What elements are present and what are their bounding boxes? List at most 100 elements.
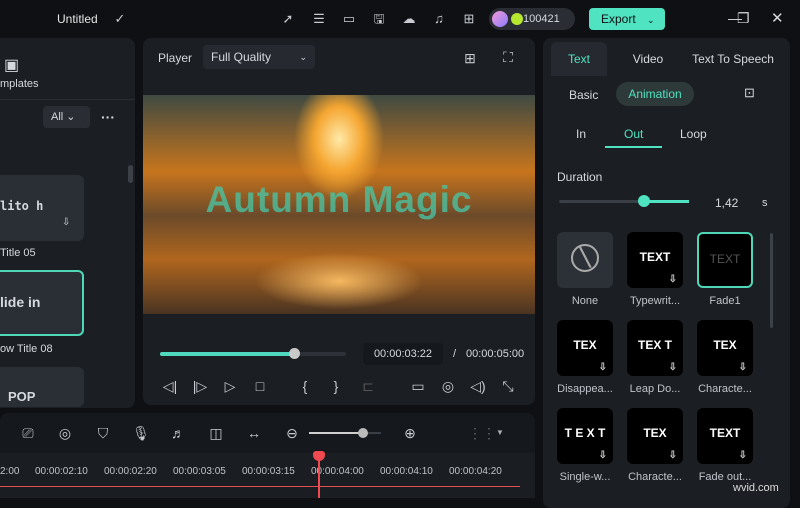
play-icon[interactable]: ▷ xyxy=(220,378,240,395)
timeline-toolbar xyxy=(0,413,535,453)
playback-scrubber[interactable] xyxy=(160,348,346,359)
cloud-upload-icon[interactable]: ☁ xyxy=(400,10,418,28)
download-icon[interactable]: ⇩ xyxy=(739,450,747,462)
preset-thumbnail[interactable]: TEX T ⇩ xyxy=(627,320,683,376)
templates-tab[interactable]: mplates xyxy=(0,78,39,90)
waveform-icon[interactable]: ⛶ xyxy=(498,49,518,66)
avatar xyxy=(492,11,508,27)
next-frame-icon[interactable]: |▷ xyxy=(190,378,210,395)
preset-thumbnail[interactable]: TEXT xyxy=(697,232,753,288)
duration-value[interactable]: 1,42 xyxy=(715,196,738,210)
template-card-selected[interactable]: lide in xyxy=(0,270,84,336)
ruler-tick-label: 2:00 xyxy=(0,466,20,477)
headset-icon[interactable]: ♫ xyxy=(430,10,448,28)
current-time[interactable]: 00:00:03:22 xyxy=(363,343,443,365)
more-icon[interactable]: ··· xyxy=(101,109,115,125)
download-icon[interactable]: ⇩ xyxy=(599,362,607,374)
zoom-in-icon[interactable]: ⊕ xyxy=(400,425,420,442)
preset-preview-text: TEX xyxy=(573,338,597,352)
chevron-down-icon: ⌄ xyxy=(299,52,307,62)
dropdown-arrow-icon[interactable]: ▼ xyxy=(496,428,504,437)
timeline-zoom-slider[interactable] xyxy=(309,428,381,438)
volume-icon[interactable]: ◁) xyxy=(468,378,488,395)
grid-view-icon[interactable]: ⊞ xyxy=(460,50,480,67)
preset-thumbnail[interactable]: T E X T ⇩ xyxy=(557,408,613,464)
download-icon[interactable]: ⇩ xyxy=(669,274,677,286)
download-icon[interactable]: ⇩ xyxy=(669,450,677,462)
fullscreen-icon[interactable]: ⤡ xyxy=(498,378,518,395)
audio-list-icon[interactable]: ♬ xyxy=(168,425,188,441)
prev-frame-icon[interactable]: ◁| xyxy=(160,378,180,395)
preset-thumbnail[interactable]: TEXT ⇩ xyxy=(627,232,683,288)
microphone-icon[interactable]: 🎙 xyxy=(131,425,151,442)
preset-label: Characte... xyxy=(628,471,682,483)
download-icon[interactable]: ⇩ xyxy=(62,217,70,228)
download-icon[interactable]: ⇩ xyxy=(669,362,677,374)
zoom-out-icon[interactable]: ⊖ xyxy=(282,425,302,442)
save-preset-icon[interactable]: ⊡ xyxy=(744,85,755,101)
close-icon[interactable]: ✕ xyxy=(771,9,784,27)
anim-tab-loop[interactable]: Loop xyxy=(680,127,707,141)
templates-icon: ▣ xyxy=(4,57,20,74)
subtab-animation[interactable]: Animation xyxy=(616,82,694,106)
presets-scrollbar[interactable] xyxy=(770,233,773,328)
preset-preview-text: T E X T xyxy=(564,426,606,440)
mark-out-icon[interactable]: } xyxy=(326,378,346,394)
send-icon[interactable]: ➚ xyxy=(279,10,297,28)
preset-thumbnail[interactable]: TEX ⇩ xyxy=(627,408,683,464)
preset-thumbnail[interactable]: TEX ⇩ xyxy=(697,320,753,376)
preset-thumbnail[interactable]: ╲ xyxy=(557,232,613,288)
template-label: ow Title 08 xyxy=(0,343,53,355)
none-icon: ╲ xyxy=(571,244,599,272)
fit-icon[interactable]: ↔ xyxy=(244,425,264,441)
export-button[interactable]: Export ⌄ xyxy=(589,8,665,30)
restore-icon[interactable]: ❐ xyxy=(737,10,750,27)
quality-value: Full Quality xyxy=(211,50,272,64)
layout-icon[interactable]: ▭ xyxy=(340,10,358,28)
playhead[interactable] xyxy=(318,455,320,498)
zoom-slider-fill xyxy=(309,432,363,434)
track-layout-icon[interactable]: ⋮⋮ xyxy=(468,425,496,442)
credits-badge[interactable]: 100421 xyxy=(489,8,575,30)
video-preview[interactable]: Autumn Magic xyxy=(143,95,535,314)
subtab-basic[interactable]: Basic xyxy=(569,88,598,102)
anim-tab-in[interactable]: In xyxy=(576,127,586,141)
template-card[interactable]: POP xyxy=(0,367,84,407)
save-icon[interactable]: 🖫 xyxy=(370,10,388,28)
scrollbar[interactable] xyxy=(128,165,133,183)
download-icon[interactable]: ⇩ xyxy=(599,450,607,462)
template-card[interactable]: lito h ⇩ xyxy=(0,175,84,241)
preview-render-icon[interactable]: ◫ xyxy=(206,425,226,442)
duration-slider-handle[interactable] xyxy=(637,195,650,207)
template-preview: lito h xyxy=(0,199,44,213)
camera-effect-icon[interactable]: ⎚ xyxy=(18,425,38,442)
marker-icon[interactable]: ⛉ xyxy=(93,425,113,442)
template-preview: lide in xyxy=(0,294,41,310)
filter-dropdown[interactable]: All ⌄ xyxy=(43,106,90,128)
duration-slider[interactable] xyxy=(559,195,689,207)
preset-thumbnail[interactable]: TEX ⇩ xyxy=(557,320,613,376)
preset-label: Characte... xyxy=(698,383,752,395)
zoom-slider-handle[interactable] xyxy=(358,428,368,438)
anim-tab-out[interactable]: Out xyxy=(624,127,643,141)
duration-unit: s xyxy=(762,197,768,209)
tab-video[interactable]: Video xyxy=(620,52,676,66)
speed-icon[interactable]: ◎ xyxy=(55,425,75,442)
preset-thumbnail[interactable]: TEXT ⇩ xyxy=(697,408,753,464)
scrubber-handle[interactable] xyxy=(288,348,300,359)
template-label: Title 05 xyxy=(0,247,36,259)
download-icon[interactable]: ⇩ xyxy=(739,362,747,374)
insert-clip-icon[interactable]: ⊏ xyxy=(358,378,378,395)
preset-label: None xyxy=(571,295,599,307)
task-list-icon[interactable]: ☰ xyxy=(310,10,328,28)
export-label: Export xyxy=(601,12,636,26)
stop-icon[interactable]: □ xyxy=(250,378,270,394)
tab-text-to-speech[interactable]: Text To Speech xyxy=(685,52,781,66)
apps-grid-icon[interactable]: ⊞ xyxy=(460,10,478,28)
snapshot-icon[interactable]: ◎ xyxy=(438,378,458,395)
mark-in-icon[interactable]: { xyxy=(295,378,315,394)
project-title: Untitled xyxy=(57,12,98,26)
quality-dropdown[interactable]: Full Quality ⌄ xyxy=(203,45,315,69)
tab-text[interactable]: Text xyxy=(551,52,607,66)
display-icon[interactable]: ▭ xyxy=(408,378,428,395)
